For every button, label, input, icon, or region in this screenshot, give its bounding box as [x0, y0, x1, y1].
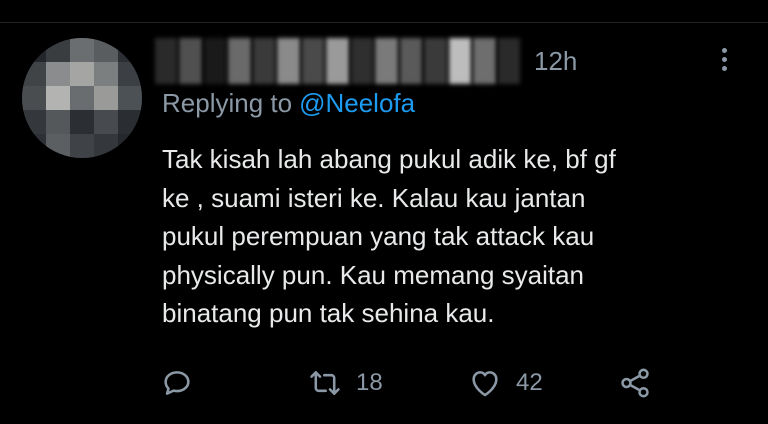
tweet-text-line: Tak kisah lah abang pukul adik ke, bf gf	[162, 144, 616, 174]
replying-to: Replying to @Neelofa	[162, 88, 415, 119]
reply-button[interactable]	[160, 366, 194, 400]
tweet-text-line: ke , suami isteri ke. Kalau kau jantan	[162, 182, 586, 213]
retweet-icon	[310, 371, 340, 395]
tweet-text-line: binatang pun tak sehina kau.	[162, 298, 495, 328]
retweet-count: 18	[356, 369, 383, 396]
tweet-actions: 18 42	[160, 366, 720, 410]
tweet-text-line: physically pun. Kau memang syaitan	[162, 259, 585, 290]
mention-link[interactable]: @Neelofa	[299, 88, 415, 118]
more-options-icon[interactable]	[712, 44, 736, 80]
tweet-text: Tak kisah lah abang pukul adik ke, bf gf…	[162, 140, 722, 333]
retweet-button[interactable]: 18	[308, 366, 383, 400]
avatar[interactable]	[22, 38, 142, 158]
reply-icon	[164, 371, 190, 395]
tweet-text-line: pukul perempuan yang tak attack kau	[162, 221, 595, 251]
like-button[interactable]: 42	[468, 366, 543, 400]
share-button[interactable]	[618, 366, 652, 400]
top-divider	[0, 0, 768, 23]
replying-prefix: Replying to	[162, 88, 293, 118]
heart-icon	[472, 371, 498, 397]
share-icon	[621, 368, 649, 398]
author-name-redacted[interactable]	[155, 38, 521, 84]
like-count: 42	[516, 369, 543, 396]
timestamp[interactable]: 12h	[534, 46, 577, 77]
